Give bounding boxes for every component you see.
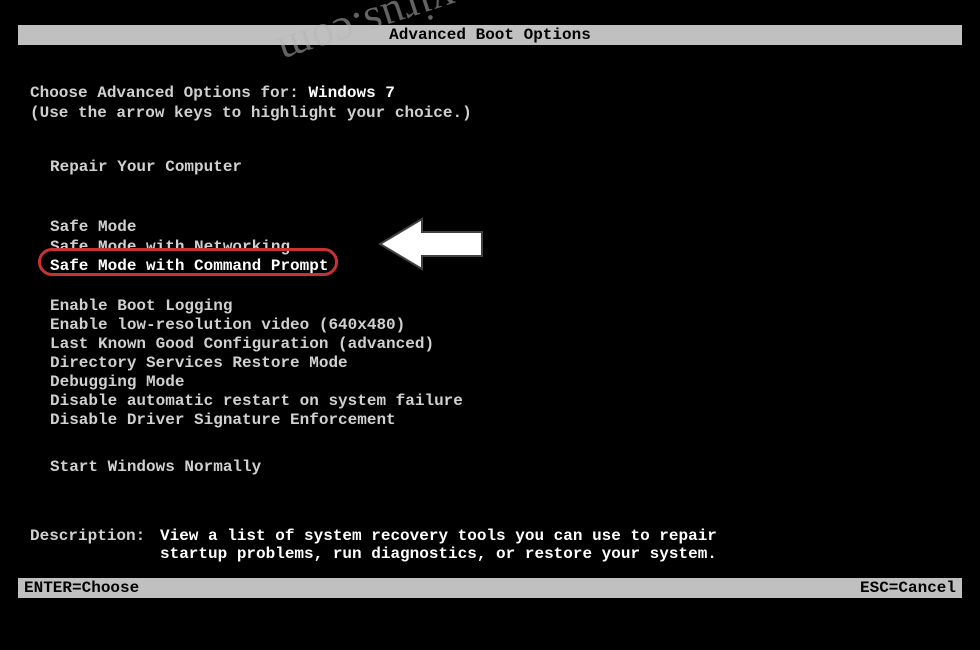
arrow-left-icon: [370, 207, 490, 277]
menu-debugging-mode[interactable]: Debugging Mode: [50, 373, 184, 391]
menu-disable-auto-restart[interactable]: Disable automatic restart on system fail…: [50, 392, 463, 410]
description-label: Description:: [30, 527, 145, 545]
choose-options-line: Choose Advanced Options for: Windows 7: [30, 84, 395, 102]
description-text: View a list of system recovery tools you…: [160, 527, 717, 563]
footer-bar: ENTER=Choose ESC=Cancel: [18, 578, 962, 598]
footer-esc-label: ESC=Cancel: [860, 578, 956, 598]
menu-low-res-video[interactable]: Enable low-resolution video (640x480): [50, 316, 405, 334]
menu-disable-driver-signature[interactable]: Disable Driver Signature Enforcement: [50, 411, 396, 429]
footer-enter-label: ENTER=Choose: [24, 578, 139, 598]
choose-prefix: Choose Advanced Options for:: [30, 84, 308, 102]
menu-safe-mode-networking[interactable]: Safe Mode with Networking: [50, 238, 290, 256]
menu-enable-boot-logging[interactable]: Enable Boot Logging: [50, 297, 232, 315]
menu-repair-computer[interactable]: Repair Your Computer: [50, 158, 242, 176]
arrow-keys-hint: (Use the arrow keys to highlight your ch…: [30, 104, 472, 122]
menu-safe-mode[interactable]: Safe Mode: [50, 218, 136, 236]
title-bar: Advanced Boot Options: [18, 25, 962, 45]
menu-safe-mode-command-prompt[interactable]: Safe Mode with Command Prompt: [50, 257, 328, 275]
os-name: Windows 7: [308, 84, 394, 102]
menu-directory-services-restore[interactable]: Directory Services Restore Mode: [50, 354, 348, 372]
menu-last-known-good[interactable]: Last Known Good Configuration (advanced): [50, 335, 434, 353]
menu-start-normally[interactable]: Start Windows Normally: [50, 458, 261, 476]
